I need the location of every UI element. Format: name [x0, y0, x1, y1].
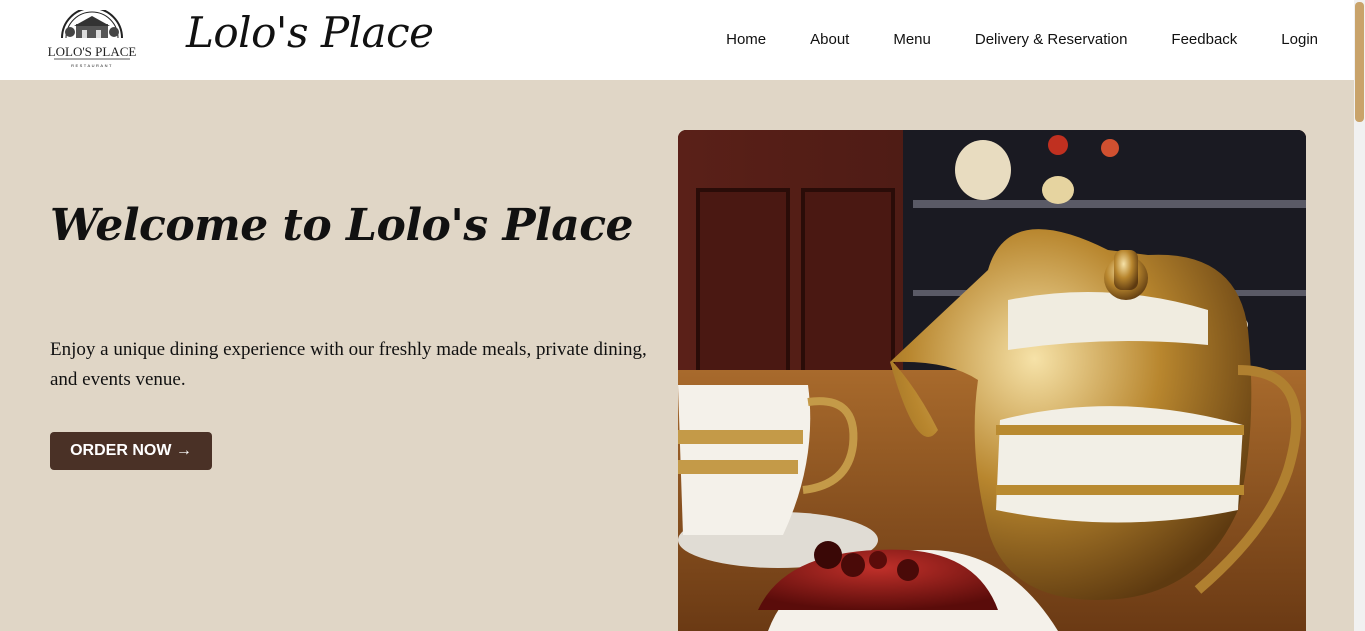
scrollbar-thumb[interactable]: [1355, 2, 1364, 122]
site-header: LOLO'S PLACE RESTAURANT Lolo's Place Hom…: [0, 0, 1354, 80]
order-now-button[interactable]: ORDER NOW →: [50, 432, 212, 470]
page-scrollbar[interactable]: [1354, 0, 1365, 631]
logo-subtext: RESTAURANT: [71, 63, 113, 68]
nav-login[interactable]: Login: [1281, 31, 1318, 48]
logo-wordmark: LOLO'S PLACE: [48, 44, 136, 59]
main-nav: Home About Menu Delivery & Reservation F…: [726, 31, 1318, 48]
nav-feedback[interactable]: Feedback: [1171, 31, 1237, 48]
nav-home[interactable]: Home: [726, 31, 766, 48]
teapot-cake-photo-icon: [678, 130, 1306, 631]
brand-title: Lolo's Place: [186, 8, 434, 57]
hero-title: Welcome to Lolo's Place: [50, 200, 634, 251]
hero-description: Enjoy a unique dining experience with ou…: [50, 339, 647, 390]
nav-delivery-reservation[interactable]: Delivery & Reservation: [975, 31, 1128, 48]
hero-image: [678, 130, 1306, 631]
nav-about[interactable]: About: [810, 31, 849, 48]
nav-menu[interactable]: Menu: [893, 31, 931, 48]
restaurant-logo-icon[interactable]: LOLO'S PLACE RESTAURANT: [48, 10, 136, 70]
